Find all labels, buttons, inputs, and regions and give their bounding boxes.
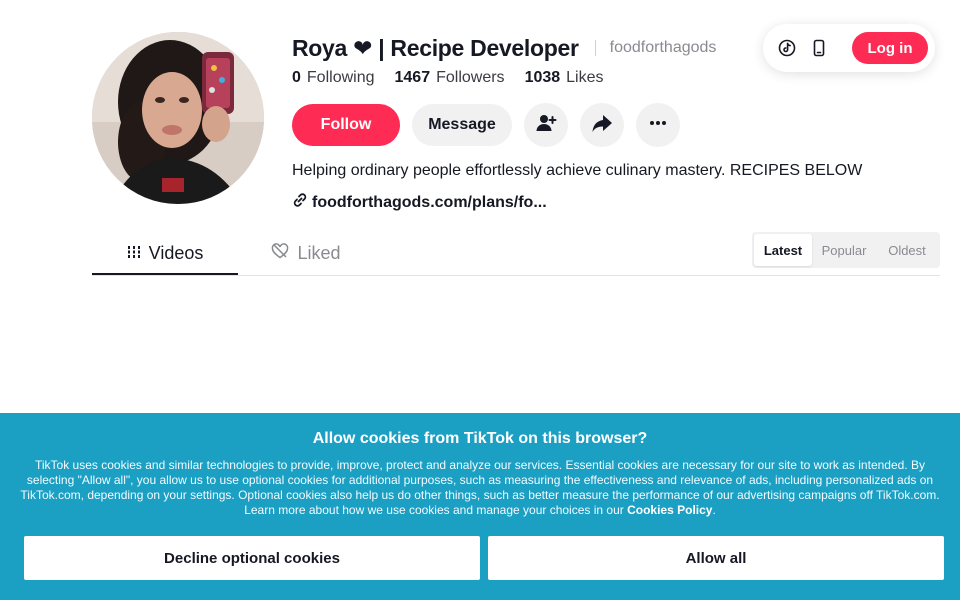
- tab-videos-label: Videos: [148, 243, 204, 263]
- header-actions: Log in: [763, 24, 935, 72]
- tiktok-icon[interactable]: [771, 32, 803, 64]
- following-stat[interactable]: 0 Following: [292, 69, 375, 87]
- link-icon: [292, 192, 312, 213]
- profile-link-text: foodforthagods.com/plans/fo...: [312, 193, 547, 211]
- add-user-icon: [535, 112, 557, 139]
- active-tab-indicator: [92, 273, 238, 275]
- mobile-device-icon[interactable]: [803, 32, 835, 64]
- avatar: [92, 32, 264, 204]
- username: foodforthagods: [609, 39, 717, 56]
- videos-grid-icon: [126, 243, 149, 264]
- cookie-banner-body-end: .: [712, 503, 716, 517]
- sort-popular-button[interactable]: Popular: [812, 234, 876, 266]
- followers-label: Followers: [436, 69, 505, 86]
- profile-link[interactable]: foodforthagods.com/plans/fo...: [292, 192, 547, 213]
- profile-stats: 0 Following 1467 Followers 1038 Likes: [292, 69, 624, 87]
- cookie-banner-title: Allow cookies from TikTok on this browse…: [312, 430, 648, 447]
- tab-videos[interactable]: Videos: [92, 232, 238, 275]
- share-button[interactable]: [580, 103, 624, 147]
- cookie-banner-body: TikTok uses cookies and similar technolo…: [20, 458, 940, 517]
- liked-heart-lock-icon: [271, 243, 297, 264]
- likes-stat: 1038 Likes: [525, 69, 604, 87]
- cookies-policy-link[interactable]: Cookies Policy: [627, 503, 712, 517]
- followers-stat[interactable]: 1467 Followers: [395, 69, 505, 87]
- followers-count: 1467: [394, 69, 431, 86]
- login-button[interactable]: Log in: [852, 32, 928, 64]
- following-label: Following: [306, 69, 375, 86]
- profile-bio: Helping ordinary people effortlessly ach…: [292, 162, 863, 179]
- decline-optional-cookies-button[interactable]: Decline optional cookies: [24, 536, 480, 580]
- share-icon: [591, 112, 613, 139]
- cookie-banner-text: TikTok uses cookies and similar technolo…: [14, 458, 946, 518]
- title-divider: [594, 40, 596, 56]
- message-button[interactable]: Message: [412, 104, 512, 146]
- follow-button[interactable]: Follow: [292, 104, 400, 146]
- cookie-consent-banner: Allow cookies from TikTok on this browse…: [0, 413, 960, 600]
- following-count: 0: [292, 69, 301, 86]
- profile-actions: Follow Message: [292, 103, 692, 147]
- sort-latest-button[interactable]: Latest: [754, 234, 812, 266]
- video-sort-toggle: Latest Popular Oldest: [752, 232, 940, 268]
- likes-count: 1038: [524, 69, 561, 86]
- tab-liked-label: Liked: [297, 243, 341, 263]
- add-friend-button[interactable]: [524, 103, 568, 147]
- tab-liked[interactable]: Liked: [238, 232, 374, 275]
- display-name: Roya ❤ | Recipe Developer: [292, 34, 579, 61]
- sort-oldest-button[interactable]: Oldest: [876, 234, 938, 266]
- allow-all-cookies-button[interactable]: Allow all: [488, 536, 944, 580]
- likes-label: Likes: [566, 69, 604, 86]
- more-dots-icon: [648, 113, 668, 138]
- profile-title-row: Roya ❤ | Recipe Developer foodforthagods: [292, 33, 716, 63]
- more-options-button[interactable]: [636, 103, 680, 147]
